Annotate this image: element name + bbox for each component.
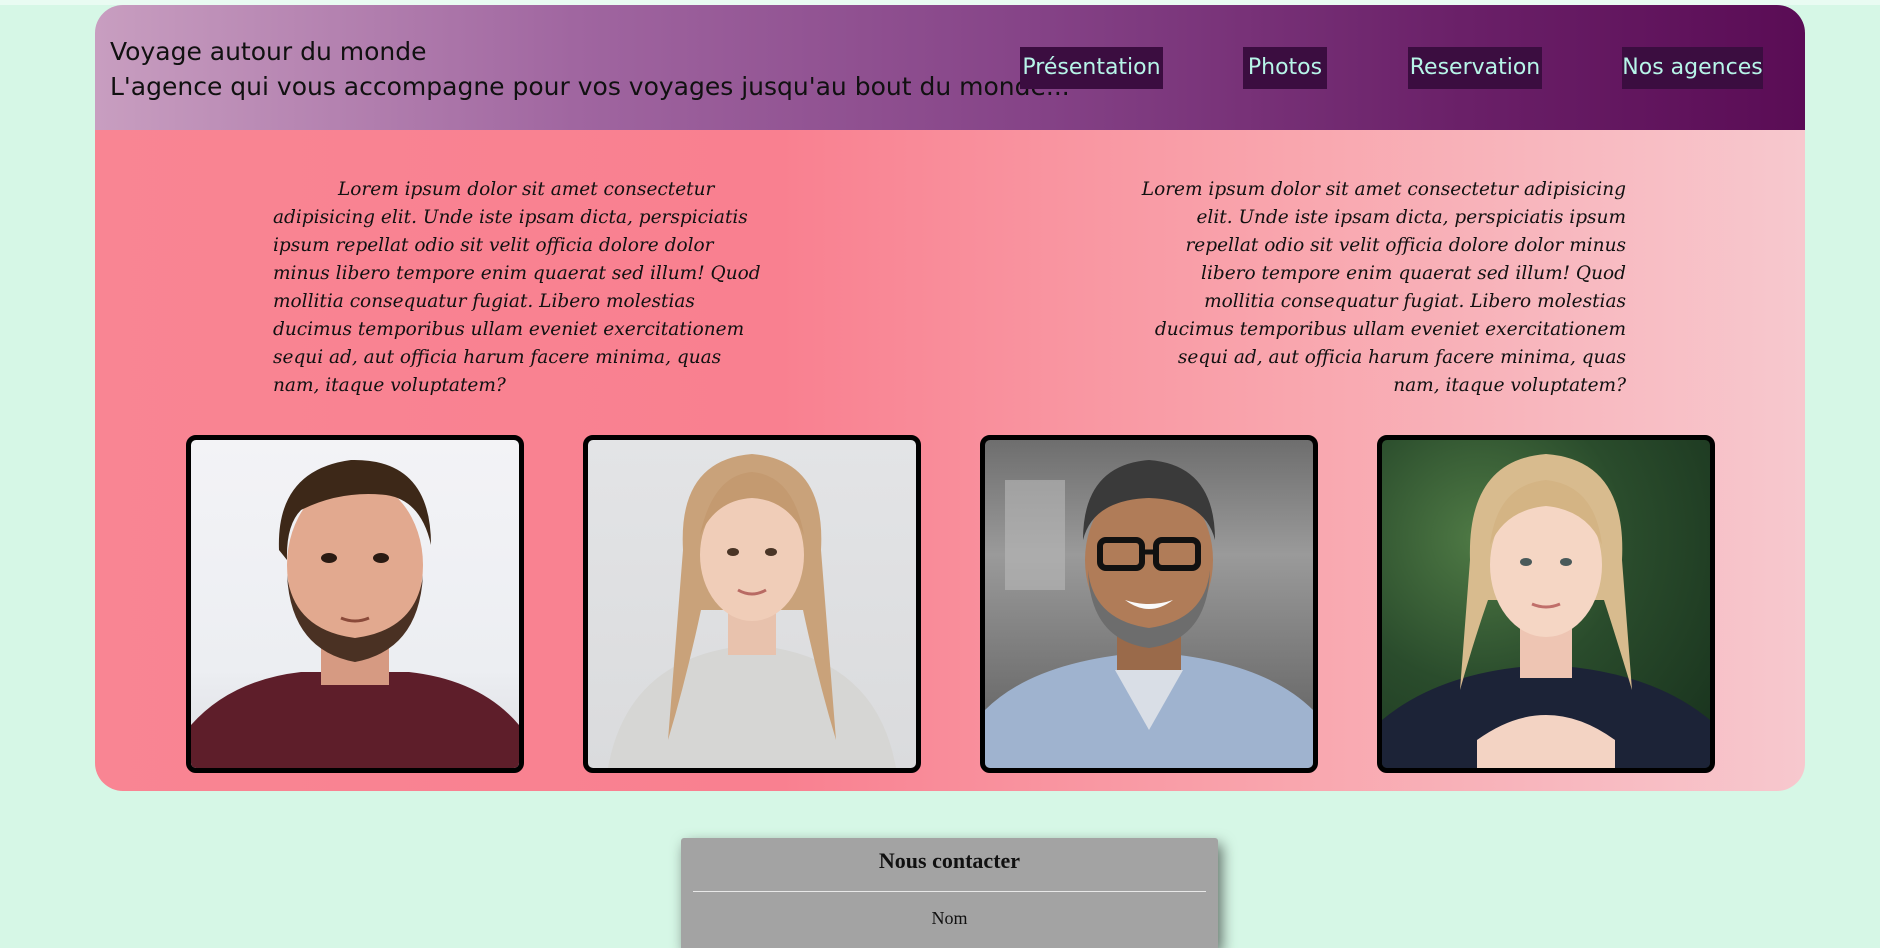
intro-text-right: Lorem ipsum dolor sit amet consectetur a… <box>1141 178 1626 396</box>
intro-section: Lorem ipsum dolor sit amet consectetur a… <box>95 130 1805 791</box>
site-title: Voyage autour du monde <box>110 37 427 66</box>
team-photo-3 <box>980 435 1318 773</box>
site-tagline: L'agence qui vous accompagne pour vos vo… <box>110 72 1070 101</box>
name-field-label: Nom <box>931 908 968 928</box>
woman-blonde-portrait-icon <box>608 454 896 768</box>
team-photo-4 <box>1377 435 1715 773</box>
contact-title: Nous contacter <box>878 848 1021 873</box>
site-header: Voyage autour du monde L'agence qui vous… <box>95 5 1805 130</box>
nav-agences[interactable]: Nos agences <box>1622 47 1763 89</box>
team-photo-2 <box>583 435 921 773</box>
brand-block: Voyage autour du monde L'agence qui vous… <box>110 35 1070 105</box>
team-photo-1 <box>186 435 524 773</box>
nav-photos[interactable]: Photos <box>1243 47 1327 89</box>
contact-form: Nous contacter Nom <box>681 838 1218 948</box>
man-glasses-portrait-icon <box>985 460 1313 768</box>
nav-reservation[interactable]: Reservation <box>1408 47 1542 89</box>
intro-text-left: Lorem ipsum dolor sit amet consectetur a… <box>273 178 761 396</box>
woman-portrait-outdoor-icon <box>1382 454 1710 768</box>
nav-presentation[interactable]: Présentation <box>1020 47 1163 89</box>
man-beard-portrait-icon <box>191 459 519 768</box>
main-card: Voyage autour du monde L'agence qui vous… <box>95 5 1805 791</box>
contact-divider <box>693 891 1206 892</box>
